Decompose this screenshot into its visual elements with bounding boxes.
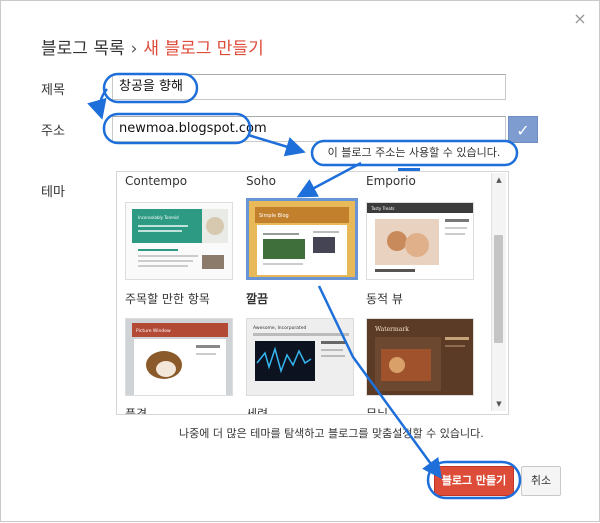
availability-annotation-circle [310,139,519,167]
create-button-annotation-circle [426,460,522,500]
availability-arrow [296,161,362,198]
address-annotation-circle [102,112,252,145]
create-blog-dialog: × 블로그 목록 › 새 블로그 만들기 제목 창공을 향해 주소 newmoa.b… [0,0,600,522]
title-annotation-circle [102,72,199,104]
theme-to-button-arrow [317,285,442,480]
address-arrow [247,133,306,157]
annotation-overlay [87,72,522,500]
